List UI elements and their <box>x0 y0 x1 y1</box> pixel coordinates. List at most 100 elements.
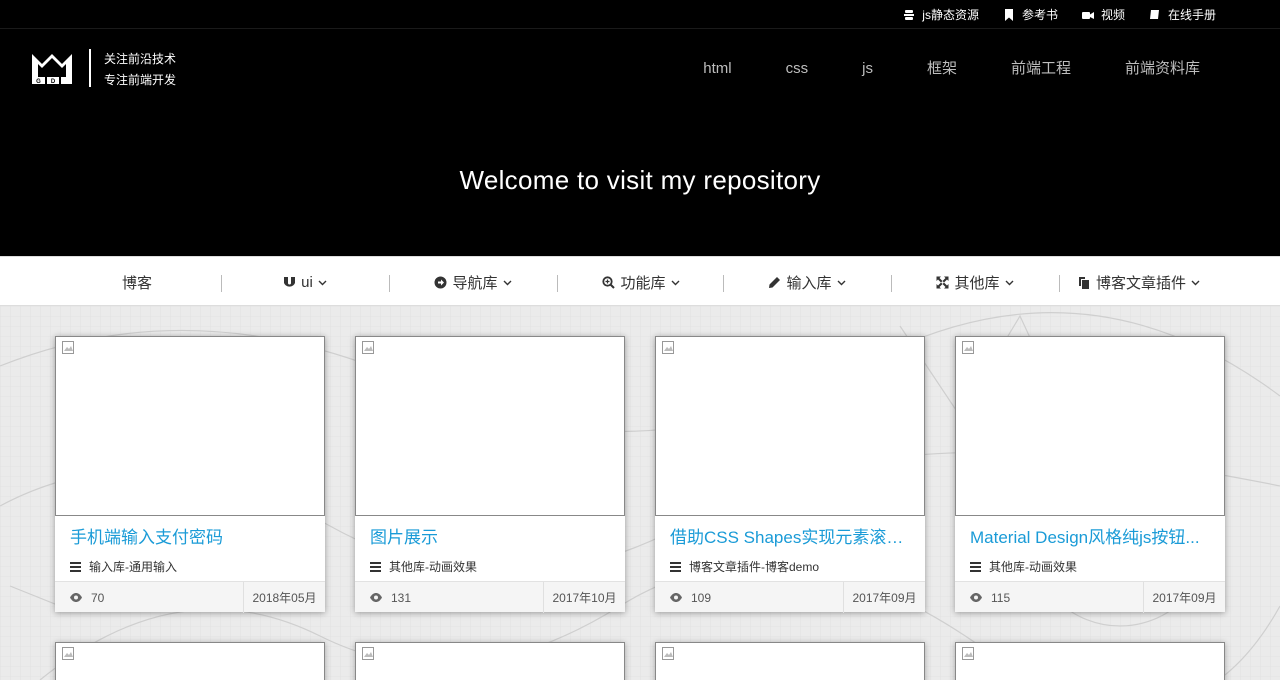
nav-item-frontend-library[interactable]: 前端资料库 <box>1098 59 1227 79</box>
card-footer: 115 2017年09月 <box>955 581 1225 613</box>
card-view-count: 131 <box>391 590 412 605</box>
nav-item-js[interactable]: js <box>835 59 900 79</box>
main-content: 手机端输入支付密码 输入库-通用输入 70 2018年05月 图片展示 其他库-… <box>0 306 1280 680</box>
site-header: G D 关注前沿技术 专注前端开发 html css js 框架 前端工程 前端… <box>0 29 1280 256</box>
card-views: 109 <box>670 582 711 613</box>
nav-item-html[interactable]: html <box>676 59 758 79</box>
category-other-library[interactable]: 其他库 <box>891 257 1059 307</box>
card-views: 115 <box>970 582 1010 613</box>
bookmark-icon <box>1004 8 1013 21</box>
card-category-label: 其他库-动画效果 <box>989 560 1077 574</box>
eye-icon <box>70 593 82 602</box>
broken-image-icon <box>362 341 374 354</box>
resource-card-thumbnail-partial[interactable] <box>655 642 925 680</box>
resource-card-thumbnail-partial[interactable] <box>355 642 625 680</box>
utility-link-online-manual[interactable]: 在线手册 <box>1149 6 1216 23</box>
card-category: 其他库-动画效果 <box>970 558 1077 575</box>
card-view-count: 70 <box>91 590 105 605</box>
card-date: 2017年09月 <box>1143 582 1225 613</box>
broken-image-icon <box>962 647 974 660</box>
broken-image-icon <box>62 647 74 660</box>
card-category: 博客文章插件-博客demo <box>670 558 819 575</box>
broken-image-icon <box>362 647 374 660</box>
category-label: 博客文章插件 <box>1095 274 1186 292</box>
card-thumbnail[interactable] <box>955 336 1225 516</box>
card-category-label: 输入库-通用输入 <box>89 560 177 574</box>
resource-card-thumbnail-partial[interactable] <box>955 642 1225 680</box>
nav-item-css[interactable]: css <box>759 59 836 79</box>
card-views: 70 <box>70 582 104 613</box>
category-label: 输入库 <box>786 274 832 292</box>
list-icon <box>70 561 81 572</box>
category-bar: 博客 ui 导航库 功能库 输入库 其他库 博客文章插件 <box>0 256 1280 306</box>
list-icon <box>370 561 381 572</box>
category-blog[interactable]: 博客 <box>53 257 221 307</box>
slogan-line-2: 专注前端开发 <box>104 73 177 87</box>
utility-link-label: 视频 <box>1100 8 1125 22</box>
chevron-down-icon <box>671 280 679 285</box>
zoom-icon <box>602 275 616 289</box>
card-view-count: 115 <box>991 590 1011 605</box>
card-title[interactable]: 图片展示 <box>370 523 615 548</box>
list-icon <box>970 561 981 572</box>
chevron-down-icon <box>503 280 511 285</box>
category-ui[interactable]: ui <box>221 257 389 307</box>
card-footer: 131 2017年10月 <box>355 581 625 613</box>
chevron-down-icon <box>1005 280 1013 285</box>
expand-icon <box>936 276 949 288</box>
broken-image-icon <box>662 341 674 354</box>
card-title[interactable]: 借助CSS Shapes实现元素滚动... <box>670 523 915 548</box>
utility-link-js-resources[interactable]: js静态资源 <box>903 6 979 23</box>
resource-card-thumbnail-partial[interactable] <box>55 642 325 680</box>
eye-icon <box>370 593 382 602</box>
card-thumbnail[interactable] <box>55 336 325 516</box>
nav-item-frontend-engineering[interactable]: 前端工程 <box>984 59 1098 79</box>
card-category: 输入库-通用输入 <box>70 558 177 575</box>
utility-link-videos[interactable]: 视频 <box>1081 6 1125 23</box>
nav-item-frameworks[interactable]: 框架 <box>900 59 984 79</box>
logo-divider <box>89 49 91 87</box>
arrow-circle-icon <box>434 276 447 288</box>
eye-icon <box>670 593 682 602</box>
card-category-label: 其他库-动画效果 <box>389 560 477 574</box>
slogan: 关注前沿技术 专注前端开发 <box>104 49 176 91</box>
eye-icon <box>970 593 982 602</box>
site-logo[interactable]: G D <box>31 51 75 87</box>
card-thumbnail[interactable] <box>655 336 925 516</box>
utility-link-label: js静态资源 <box>922 8 979 22</box>
card-footer: 109 2017年09月 <box>655 581 925 613</box>
category-label: 导航库 <box>452 274 498 292</box>
magnet-icon <box>284 276 296 287</box>
category-label: 功能库 <box>620 274 666 292</box>
utility-link-label: 在线手册 <box>1167 8 1216 22</box>
hero-title: Welcome to visit my repository <box>459 165 821 195</box>
card-date: 2017年10月 <box>543 582 625 613</box>
book-icon <box>1149 9 1159 19</box>
top-utility-bar: js静态资源 参考书 视频 在线手册 <box>0 0 1280 29</box>
card-date: 2018年05月 <box>243 582 325 613</box>
card-title[interactable]: Material Design风格纯js按钮... <box>970 523 1215 548</box>
pencil-icon <box>769 276 781 288</box>
card-title[interactable]: 手机端输入支付密码 <box>70 523 315 548</box>
category-label: ui <box>301 273 313 291</box>
category-navigation-library[interactable]: 导航库 <box>389 257 557 307</box>
card-thumbnail[interactable] <box>355 336 625 516</box>
category-input-library[interactable]: 输入库 <box>723 257 891 307</box>
svg-text:D: D <box>51 79 56 85</box>
resource-card[interactable]: 图片展示 其他库-动画效果 131 2017年10月 <box>355 336 625 613</box>
chevron-down-icon <box>1191 280 1200 285</box>
copy-icon <box>1078 276 1089 289</box>
category-function-library[interactable]: 功能库 <box>557 257 725 307</box>
category-blog-plugins[interactable]: 博客文章插件 <box>1059 257 1219 307</box>
resource-card[interactable]: Material Design风格纯js按钮... 其他库-动画效果 115 2… <box>955 336 1225 613</box>
card-date: 2017年09月 <box>843 582 925 613</box>
card-view-count: 109 <box>691 590 712 605</box>
list-icon <box>670 561 681 572</box>
resource-card[interactable]: 手机端输入支付密码 输入库-通用输入 70 2018年05月 <box>55 336 325 613</box>
resource-card[interactable]: 借助CSS Shapes实现元素滚动... 博客文章插件-博客demo 109 … <box>655 336 925 613</box>
server-icon <box>904 9 915 20</box>
card-category-label: 博客文章插件-博客demo <box>689 560 820 574</box>
utility-link-reference-books[interactable]: 参考书 <box>1003 6 1058 23</box>
category-label: 其他库 <box>954 274 1000 292</box>
broken-image-icon <box>662 647 674 660</box>
